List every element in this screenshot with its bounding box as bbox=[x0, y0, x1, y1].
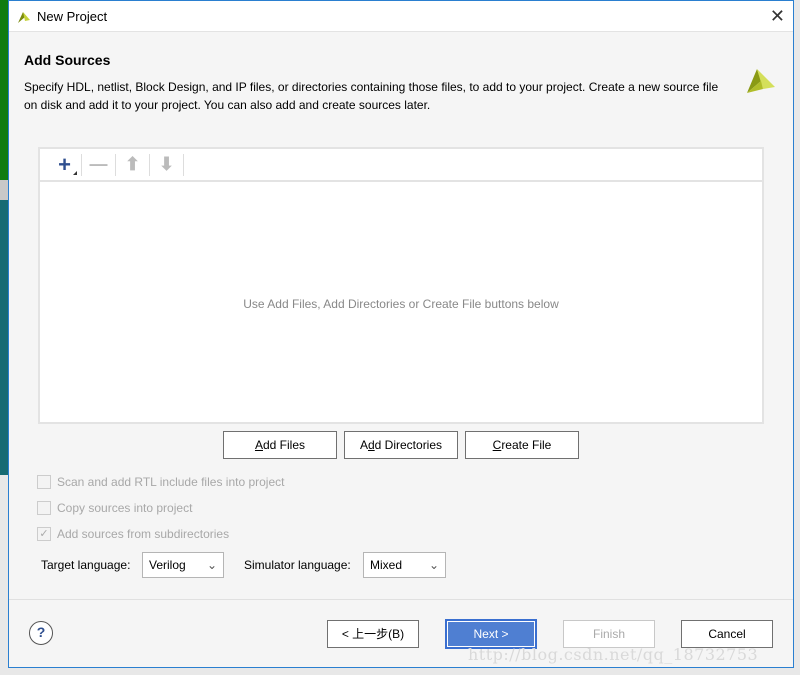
checkbox-box[interactable] bbox=[37, 501, 51, 515]
check-icon[interactable]: ✓ bbox=[37, 527, 51, 541]
target-language-select[interactable]: Verilog ⌄ bbox=[142, 552, 224, 578]
move-up-button[interactable]: ⬆ bbox=[116, 153, 150, 176]
window-title: New Project bbox=[37, 9, 108, 24]
finish-button[interactable]: Finish bbox=[563, 620, 655, 648]
simulator-language-label: Simulator language: bbox=[244, 558, 351, 572]
mnemonic: A bbox=[254, 438, 263, 452]
button-label: A bbox=[359, 438, 368, 452]
sources-toolbar: + — ⬆ ⬇ bbox=[40, 149, 762, 182]
checkbox-label: Copy sources into project bbox=[57, 501, 193, 515]
checkbox-box[interactable] bbox=[37, 475, 51, 489]
button-label: dd Files bbox=[262, 438, 306, 452]
mnemonic: d bbox=[367, 438, 375, 452]
back-button[interactable]: < 上一步(B) bbox=[327, 620, 419, 648]
vivado-logo-large-icon bbox=[747, 69, 775, 93]
button-label: reate File bbox=[501, 438, 552, 452]
page-description: Specify HDL, netlist, Block Design, and … bbox=[24, 80, 719, 112]
title-bar: New Project ✕ bbox=[9, 1, 793, 32]
watermark: http://blog.csdn.net/qq_18732753 bbox=[468, 645, 759, 664]
add-directories-button[interactable]: Add Directories bbox=[344, 431, 458, 459]
chevron-down-icon: ⌄ bbox=[206, 558, 217, 572]
scan-rtl-checkbox[interactable]: Scan and add RTL include files into proj… bbox=[37, 475, 284, 489]
close-icon[interactable]: ✕ bbox=[770, 6, 785, 27]
vivado-logo-icon bbox=[18, 12, 30, 23]
add-files-button[interactable]: Add Files bbox=[223, 431, 337, 459]
sources-panel: + — ⬆ ⬇ Use Add Files, Add Directories o… bbox=[38, 147, 764, 424]
footer-divider bbox=[9, 599, 793, 600]
move-down-button[interactable]: ⬇ bbox=[150, 153, 184, 176]
chevron-down-icon: ⌄ bbox=[428, 558, 439, 572]
remove-source-button[interactable]: — bbox=[82, 153, 116, 176]
checkbox-label: Scan and add RTL include files into proj… bbox=[57, 475, 285, 489]
cancel-button[interactable]: Cancel bbox=[681, 620, 773, 648]
checkbox-label: Add sources from subdirectories bbox=[57, 527, 230, 541]
add-subdirectories-checkbox[interactable]: ✓ Add sources from subdirectories bbox=[37, 527, 229, 541]
copy-sources-checkbox[interactable]: Copy sources into project bbox=[37, 501, 192, 515]
select-value: Verilog bbox=[149, 558, 186, 572]
empty-list-message: Use Add Files, Add Directories or Create… bbox=[243, 297, 559, 311]
page-title: Add Sources bbox=[24, 52, 111, 68]
select-value: Mixed bbox=[370, 558, 403, 572]
button-label: d Directories bbox=[374, 438, 443, 452]
mnemonic: C bbox=[492, 438, 502, 452]
new-project-dialog: New Project ✕ Add Sources Specify HDL, n… bbox=[8, 0, 794, 668]
add-source-button[interactable]: + bbox=[48, 152, 82, 177]
create-file-button[interactable]: Create File bbox=[465, 431, 579, 459]
target-language-label: Target language: bbox=[41, 558, 131, 572]
help-icon[interactable]: ? bbox=[29, 621, 53, 645]
simulator-language-select[interactable]: Mixed ⌄ bbox=[363, 552, 446, 578]
